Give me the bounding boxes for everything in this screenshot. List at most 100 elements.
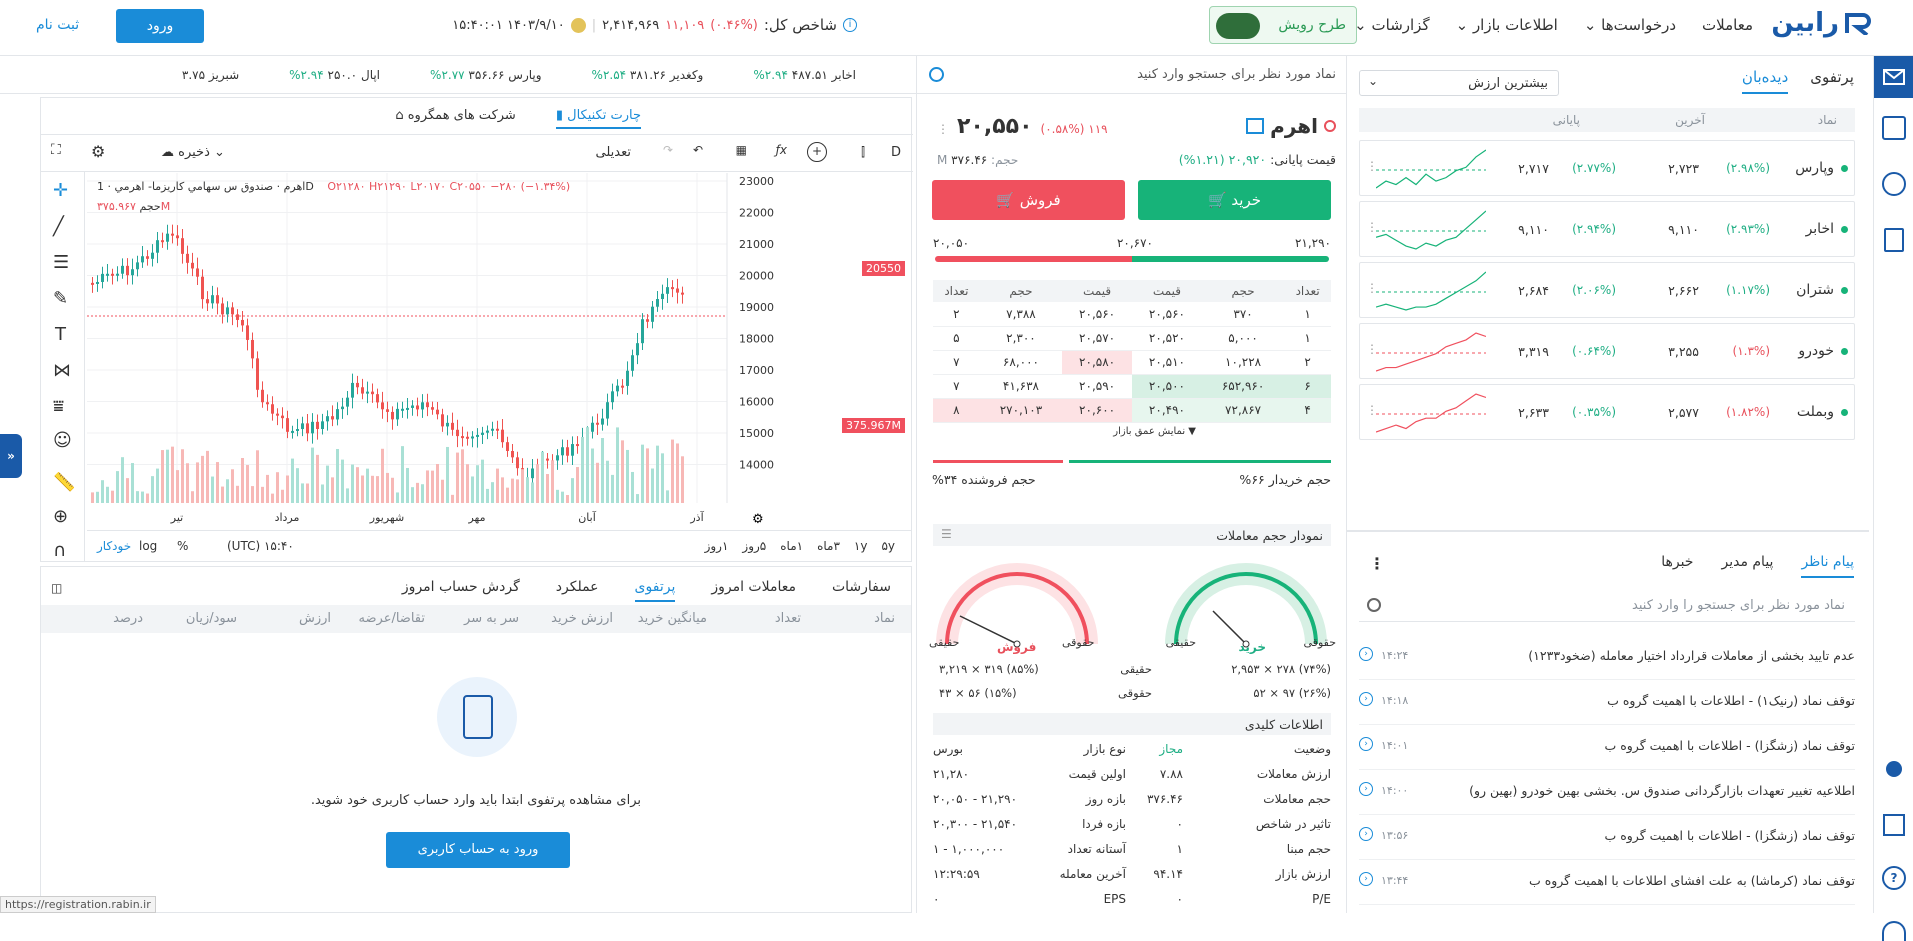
- projection-icon[interactable]: ⩸: [53, 396, 64, 417]
- brand-logo[interactable]: رابین: [1771, 8, 1871, 38]
- brush-icon[interactable]: ✎: [53, 288, 68, 309]
- ticker-item[interactable]: اخابر ۴۸۷.۵۱ ۲.۹۴%: [753, 68, 856, 82]
- portfolio-tab[interactable]: عملکرد: [556, 579, 599, 602]
- news-item[interactable]: توقف نماد (رنیک۱) - اطلاعات با اهمیت گرو…: [1359, 681, 1855, 725]
- text-icon[interactable]: T: [55, 324, 66, 345]
- chart-small-icon[interactable]: [1246, 118, 1265, 134]
- ticker-item[interactable]: شبریز ۳.۷۵: [182, 68, 239, 82]
- sparkline: [1376, 393, 1486, 433]
- redo-icon[interactable]: ↷: [663, 143, 673, 157]
- price-chart[interactable]: 23000 22000 21000 20000 19000 18000 17000 16000…: [87, 173, 911, 528]
- interval-button[interactable]: D: [891, 145, 901, 160]
- chart-settings-icon[interactable]: ⚙: [752, 512, 764, 527]
- log-toggle[interactable]: log: [139, 539, 157, 553]
- zoom-in-icon[interactable]: ⊕: [53, 506, 68, 527]
- help-icon[interactable]: ?: [1882, 866, 1906, 890]
- tab-manager-msg[interactable]: پیام مدیر: [1721, 554, 1773, 578]
- range-option[interactable]: ۳ماه: [817, 539, 840, 553]
- save-button[interactable]: ☁ ذخیره ⌄: [161, 145, 225, 160]
- account-login-button[interactable]: ورود به حساب کاربری: [386, 832, 570, 868]
- adjust-button[interactable]: تعدیلی: [596, 145, 631, 160]
- layout-icon[interactable]: [1883, 814, 1905, 836]
- edit-icon[interactable]: [1882, 116, 1906, 140]
- buy-button[interactable]: خرید 🛒: [1138, 180, 1331, 220]
- news-search[interactable]: نماد مورد نظر برای جستجو را وارد کنید: [1359, 592, 1855, 622]
- watch-item[interactable]: خودرو (۱.۳%) ۳,۲۵۵ (۰.۶۴%) ۳,۳۱۹ ⋮: [1359, 323, 1855, 379]
- fib-icon[interactable]: ☰: [53, 252, 69, 273]
- panel-toggle-icon[interactable]: ◫: [51, 581, 62, 595]
- layout-grid-icon[interactable]: ▦: [736, 143, 747, 157]
- ob-row[interactable]: ۲ ۱۰,۲۲۸ ۲۰,۵۱۰ ۲۰,۵۸۰ ۶۸,۰۰۰ ۷: [933, 350, 1331, 374]
- ob-row[interactable]: ۱ ۵,۰۰۰ ۲۰,۵۲۰ ۲۰,۵۷۰ ۲,۳۰۰ ۵: [933, 326, 1331, 350]
- nav-reports[interactable]: گزارشات ⌄: [1354, 16, 1429, 34]
- ob-row[interactable]: ۶ ۶۵۲,۹۶۰ ۲۰,۵۰۰ ۲۰,۵۹۰ ۴۱,۶۳۸ ۷: [933, 374, 1331, 398]
- portfolio-tab[interactable]: گردش حساب امروز: [402, 579, 520, 602]
- range-option[interactable]: ۵روز: [742, 539, 766, 553]
- watch-item[interactable]: شتران (۱.۱۷%) ۲,۶۶۲ (۲.۰۶%) ۲,۶۸۴ ⋮: [1359, 262, 1855, 318]
- ruler-icon[interactable]: 📏: [53, 472, 75, 493]
- info-icon[interactable]: i: [843, 18, 857, 32]
- ticker-item[interactable]: وکغدیر ۳۸۱.۲۶ ۲.۵۴%: [592, 68, 704, 82]
- sun-icon[interactable]: [1886, 761, 1902, 777]
- ob-cell: ۶۸,۰۰۰: [1002, 355, 1039, 369]
- auto-toggle[interactable]: خودکار: [97, 539, 131, 553]
- tab-portfolio-watch[interactable]: پرتفوی: [1810, 68, 1854, 94]
- news-item[interactable]: توقف نماد (زشگزا) - اطلاعات با اهمیت گرو…: [1359, 816, 1855, 860]
- tab-peer-companies[interactable]: شرکت های همگروه ⌂: [395, 108, 516, 129]
- percent-toggle[interactable]: %: [177, 539, 188, 553]
- support-icon[interactable]: [1882, 921, 1906, 941]
- symbol-search[interactable]: نماد مورد نظر برای جستجو وارد کنید: [917, 56, 1346, 94]
- range-option[interactable]: ۱ماه: [780, 539, 803, 553]
- market-depth-toggle[interactable]: ▼ نمایش عمق بازار: [1113, 426, 1196, 437]
- check-circle-icon[interactable]: [1882, 172, 1906, 196]
- tab-technical-chart[interactable]: چارت تکنیکال ▮: [555, 108, 641, 129]
- emoji-icon[interactable]: ☺: [53, 430, 72, 451]
- news-item[interactable]: توقف نماد (کرماشا) به علت افشای اطلاعات …: [1359, 861, 1855, 905]
- campaign-banner[interactable]: طرح رویش: [1209, 6, 1357, 44]
- ob-row[interactable]: ۴ ۷۲,۸۶۷ ۲۰,۴۹۰ ۲۰,۶۰۰ ۲۷۰,۱۰۳ ۸: [933, 398, 1331, 422]
- magnet-icon[interactable]: ∩: [53, 540, 66, 561]
- login-button[interactable]: ورود: [116, 9, 204, 43]
- range-option[interactable]: ۱y: [854, 539, 868, 553]
- collapse-icon[interactable]: ☰: [941, 527, 952, 541]
- add-indicator-icon[interactable]: +: [807, 142, 827, 162]
- ob-row[interactable]: ۱ ۳۷۰ ۲۰,۵۶۰ ۲۰,۵۶۰ ۷,۳۸۸ ۲: [933, 302, 1331, 326]
- watch-item[interactable]: وبملت (۱.۸۲%) ۲,۵۷۷ (۰.۳۵%) ۲,۶۳۳ ⋮: [1359, 384, 1855, 440]
- range-option[interactable]: ۱روز: [705, 539, 729, 553]
- pattern-icon[interactable]: ⋈: [53, 360, 71, 381]
- watchlist-icon[interactable]: [1874, 56, 1913, 98]
- sell-button[interactable]: فروش 🛒: [932, 180, 1125, 220]
- gear-icon[interactable]: ⚙: [91, 142, 105, 161]
- sort-select[interactable]: بیشترین ارزش ⌄: [1359, 70, 1559, 96]
- ticker-item[interactable]: اپال ۲۵۰.۰ ۲.۹۴%: [289, 68, 380, 82]
- range-option[interactable]: ۵y: [881, 539, 895, 553]
- status-dot-icon: [1841, 165, 1848, 172]
- trend-line-icon[interactable]: ╱: [53, 216, 64, 237]
- expand-sidebar-icon[interactable]: »: [0, 434, 22, 478]
- watch-item[interactable]: وپارس (۲.۹۸%) ۲,۷۲۳ (۲.۷۷%) ۲,۷۱۷ ⋮: [1359, 140, 1855, 196]
- document-icon[interactable]: [1884, 228, 1904, 252]
- nav-requests[interactable]: درخواست‌ها ⌄: [1584, 16, 1676, 34]
- news-item[interactable]: عدم تایید بخشی از معاملات قرارداد اختیار…: [1359, 636, 1855, 680]
- fx-icon[interactable]: ƒx: [776, 143, 787, 157]
- candle-type-icon[interactable]: ⫿: [861, 145, 865, 160]
- watch-item[interactable]: اخابر (۲.۹۳%) ۹,۱۱۰ (۲.۹۴%) ۹,۱۱۰ ⋮: [1359, 201, 1855, 257]
- ticker-item[interactable]: وپارس ۳۵۶.۶۶ ۲.۷۷%: [430, 68, 542, 82]
- tab-supervisor-msg[interactable]: پیام ناظر: [1801, 554, 1854, 578]
- more-icon[interactable]: ⋮: [937, 122, 949, 136]
- nav-market-info[interactable]: اطلاعات بازار ⌄: [1456, 16, 1558, 34]
- portfolio-tab[interactable]: معاملات امروز: [711, 579, 796, 602]
- portfolio-tab[interactable]: سفارشات: [832, 579, 891, 602]
- crosshair-icon[interactable]: ✛: [53, 180, 68, 201]
- tab-news[interactable]: خبرها: [1661, 554, 1693, 578]
- nav-trades[interactable]: معاملات: [1702, 16, 1753, 34]
- kebab-menu-icon[interactable]: ⋮: [1369, 554, 1385, 573]
- fullscreen-icon[interactable]: ⛶: [51, 142, 61, 158]
- register-link[interactable]: ثبت نام: [36, 17, 79, 33]
- news-item[interactable]: اطلاعیه تغییر تعهدات بازارگردانی صندوق س…: [1359, 771, 1855, 815]
- watch-close-pct: (۲.۹۴%): [1572, 222, 1616, 236]
- portfolio-tab[interactable]: پرتفوی: [634, 579, 676, 602]
- undo-icon[interactable]: ↶: [693, 143, 703, 157]
- tab-watchlist[interactable]: دیده‌بان: [1741, 68, 1789, 94]
- news-item[interactable]: توقف نماد (زشگزا) - اطلاعات با اهمیت گرو…: [1359, 726, 1855, 770]
